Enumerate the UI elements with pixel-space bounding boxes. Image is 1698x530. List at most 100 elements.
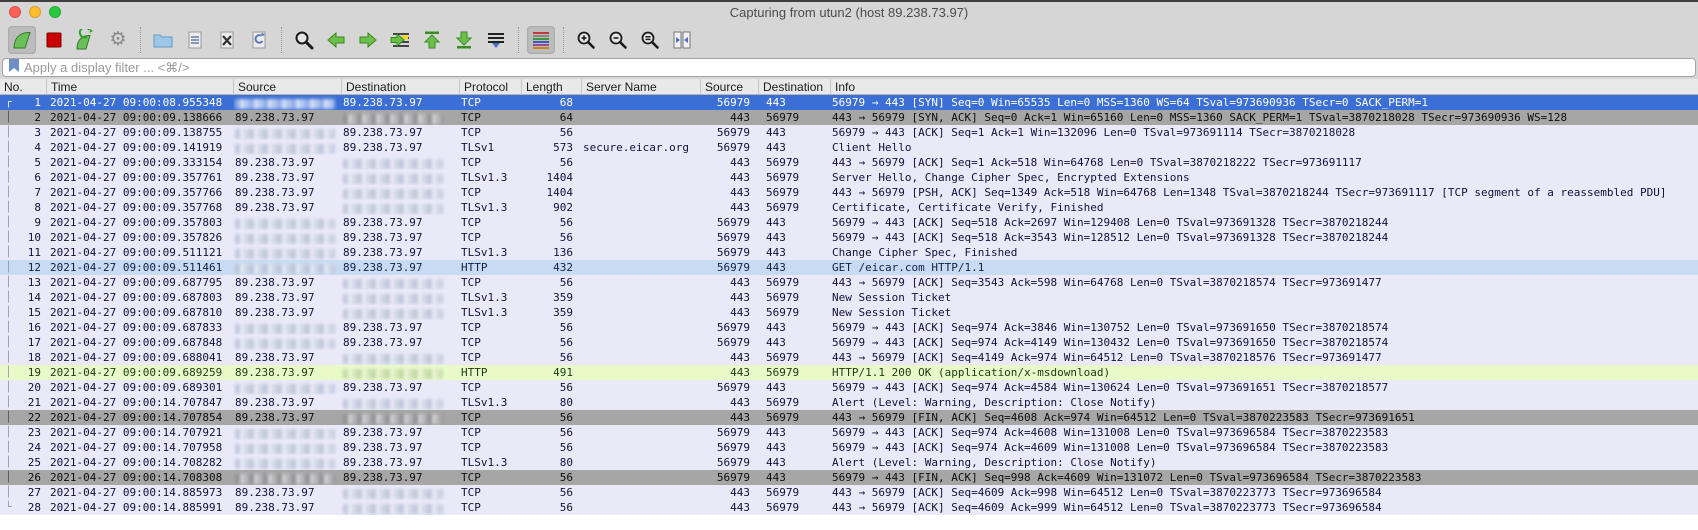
cell-sport: 443 xyxy=(700,110,758,125)
cell-time: 2021-04-27 09:00:09.687833 xyxy=(46,320,233,335)
packet-row[interactable]: │152021-04-27 09:00:09.68781089.238.73.9… xyxy=(0,305,1698,320)
cell-info: 56979 → 443 [ACK] Seq=518 Ack=3543 Win=1… xyxy=(830,230,1698,245)
packet-row[interactable]: │72021-04-27 09:00:09.35776689.238.73.97… xyxy=(0,185,1698,200)
bookmark-icon[interactable] xyxy=(8,58,20,78)
find-packet-button[interactable] xyxy=(290,26,318,54)
cell-dst: 89.238.73.97 xyxy=(341,455,459,470)
start-capture-button[interactable] xyxy=(8,26,36,54)
packet-row[interactable]: │162021-04-27 09:00:09.68783389.238.73.9… xyxy=(0,320,1698,335)
cell-proto: TCP xyxy=(459,485,521,500)
cell-dport: 56979 xyxy=(758,500,830,515)
packet-row[interactable]: │32021-04-27 09:00:09.13875589.238.73.97… xyxy=(0,125,1698,140)
column-header-no[interactable]: No. xyxy=(0,79,46,94)
packet-row[interactable]: │202021-04-27 09:00:09.68930189.238.73.9… xyxy=(0,380,1698,395)
packet-row[interactable]: │262021-04-27 09:00:14.70830889.238.73.9… xyxy=(0,470,1698,485)
zoom-in-button[interactable] xyxy=(572,26,600,54)
packet-row[interactable]: │22021-04-27 09:00:09.13866689.238.73.97… xyxy=(0,110,1698,125)
arrow-right-icon xyxy=(357,29,379,51)
reload-file-button[interactable] xyxy=(245,26,273,54)
packet-row[interactable]: │182021-04-27 09:00:09.68804189.238.73.9… xyxy=(0,350,1698,365)
packet-row[interactable]: │132021-04-27 09:00:09.68779589.238.73.9… xyxy=(0,275,1698,290)
packet-row[interactable]: │52021-04-27 09:00:09.33315489.238.73.97… xyxy=(0,155,1698,170)
packet-row[interactable]: │192021-04-27 09:00:09.68925989.238.73.9… xyxy=(0,365,1698,380)
packet-row[interactable]: │232021-04-27 09:00:14.70792189.238.73.9… xyxy=(0,425,1698,440)
cell-dst: 89.238.73.97 xyxy=(341,470,459,485)
packet-row[interactable]: │212021-04-27 09:00:14.70784789.238.73.9… xyxy=(0,395,1698,410)
cell-no: │13 xyxy=(0,275,46,290)
cell-time: 2021-04-27 09:00:14.707921 xyxy=(46,425,233,440)
save-file-button[interactable] xyxy=(181,26,209,54)
go-to-first-button[interactable] xyxy=(418,26,446,54)
cell-proto: TLSv1.3 xyxy=(459,245,521,260)
column-header-protocol[interactable]: Protocol xyxy=(459,79,521,94)
cell-time: 2021-04-27 09:00:09.357826 xyxy=(46,230,233,245)
packet-row[interactable]: ┌12021-04-27 09:00:08.95534889.238.73.97… xyxy=(0,95,1698,110)
display-filter-field[interactable] xyxy=(2,58,1696,77)
minimize-window-button[interactable] xyxy=(29,6,41,18)
packet-row[interactable]: │122021-04-27 09:00:09.51146189.238.73.9… xyxy=(0,260,1698,275)
packet-row[interactable]: │42021-04-27 09:00:09.14191989.238.73.97… xyxy=(0,140,1698,155)
column-header-time[interactable]: Time xyxy=(46,79,233,94)
cell-len: 80 xyxy=(521,455,581,470)
packet-row[interactable]: │112021-04-27 09:00:09.51112189.238.73.9… xyxy=(0,245,1698,260)
go-forward-button[interactable] xyxy=(354,26,382,54)
packet-row[interactable]: │242021-04-27 09:00:14.70795889.238.73.9… xyxy=(0,440,1698,455)
packet-row[interactable]: │222021-04-27 09:00:14.70785489.238.73.9… xyxy=(0,410,1698,425)
packet-row[interactable]: │82021-04-27 09:00:09.35776889.238.73.97… xyxy=(0,200,1698,215)
related-packet-mark: │ xyxy=(2,455,15,470)
cell-server xyxy=(581,230,700,245)
column-header-server-name[interactable]: Server Name xyxy=(581,79,700,94)
cell-time: 2021-04-27 09:00:09.687848 xyxy=(46,335,233,350)
zoom-window-button[interactable] xyxy=(49,6,61,18)
cell-server: secure.eicar.org xyxy=(581,140,700,155)
packet-row[interactable]: │102021-04-27 09:00:09.35782689.238.73.9… xyxy=(0,230,1698,245)
cell-sport: 443 xyxy=(700,305,758,320)
resize-columns-button[interactable] xyxy=(668,26,696,54)
column-header-info[interactable]: Info xyxy=(830,79,1698,94)
packet-row[interactable]: │172021-04-27 09:00:09.68784889.238.73.9… xyxy=(0,335,1698,350)
close-window-button[interactable] xyxy=(9,6,21,18)
packet-row[interactable]: │252021-04-27 09:00:14.70828289.238.73.9… xyxy=(0,455,1698,470)
column-header-destination[interactable]: Destination xyxy=(341,79,459,94)
close-file-button[interactable] xyxy=(213,26,241,54)
cell-server xyxy=(581,305,700,320)
display-filter-input[interactable] xyxy=(24,60,1691,75)
column-header-destination-port2[interactable]: Destination xyxy=(758,79,830,94)
packet-row[interactable]: │92021-04-27 09:00:09.35780389.238.73.97… xyxy=(0,215,1698,230)
cell-info: HTTP/1.1 200 OK (application/x-msdownloa… xyxy=(830,365,1698,380)
redacted-address xyxy=(343,159,443,169)
cell-len: 56 xyxy=(521,125,581,140)
go-to-packet-button[interactable] xyxy=(386,26,414,54)
zoom-out-button[interactable] xyxy=(604,26,632,54)
cell-proto: TCP xyxy=(459,470,521,485)
packet-row[interactable]: │272021-04-27 09:00:14.88597389.238.73.9… xyxy=(0,485,1698,500)
cell-no: │5 xyxy=(0,155,46,170)
packet-row[interactable]: │142021-04-27 09:00:09.68780389.238.73.9… xyxy=(0,290,1698,305)
column-header-source[interactable]: Source xyxy=(233,79,341,94)
capture-options-button[interactable]: ⚙ xyxy=(104,26,132,54)
redacted-address xyxy=(343,174,443,184)
column-header-length[interactable]: Length xyxy=(521,79,581,94)
related-packet-mark: │ xyxy=(2,110,15,125)
packet-row[interactable]: │62021-04-27 09:00:09.35776189.238.73.97… xyxy=(0,170,1698,185)
cell-dst xyxy=(341,170,459,185)
cell-no: │10 xyxy=(0,230,46,245)
stop-capture-button[interactable] xyxy=(40,26,68,54)
go-back-button[interactable] xyxy=(322,26,350,54)
auto-scroll-button[interactable] xyxy=(482,26,510,54)
packet-row[interactable]: └282021-04-27 09:00:14.88599189.238.73.9… xyxy=(0,500,1698,515)
zoom-100-button[interactable] xyxy=(636,26,664,54)
cell-server xyxy=(581,95,700,110)
restart-capture-button[interactable] xyxy=(72,26,100,54)
cell-sport: 443 xyxy=(700,275,758,290)
cell-sport: 443 xyxy=(700,485,758,500)
cell-info: 443 → 56979 [SYN, ACK] Seq=0 Ack=1 Win=6… xyxy=(830,110,1698,125)
column-header-source-port[interactable]: Source xyxy=(700,79,758,94)
title-bar: Capturing from utun2 (host 89.238.73.97) xyxy=(0,2,1698,22)
cell-server xyxy=(581,125,700,140)
open-file-button[interactable] xyxy=(149,26,177,54)
go-to-last-button[interactable] xyxy=(450,26,478,54)
colorize-button[interactable] xyxy=(527,26,555,54)
cell-proto: TCP xyxy=(459,125,521,140)
related-packet-mark: │ xyxy=(2,245,15,260)
